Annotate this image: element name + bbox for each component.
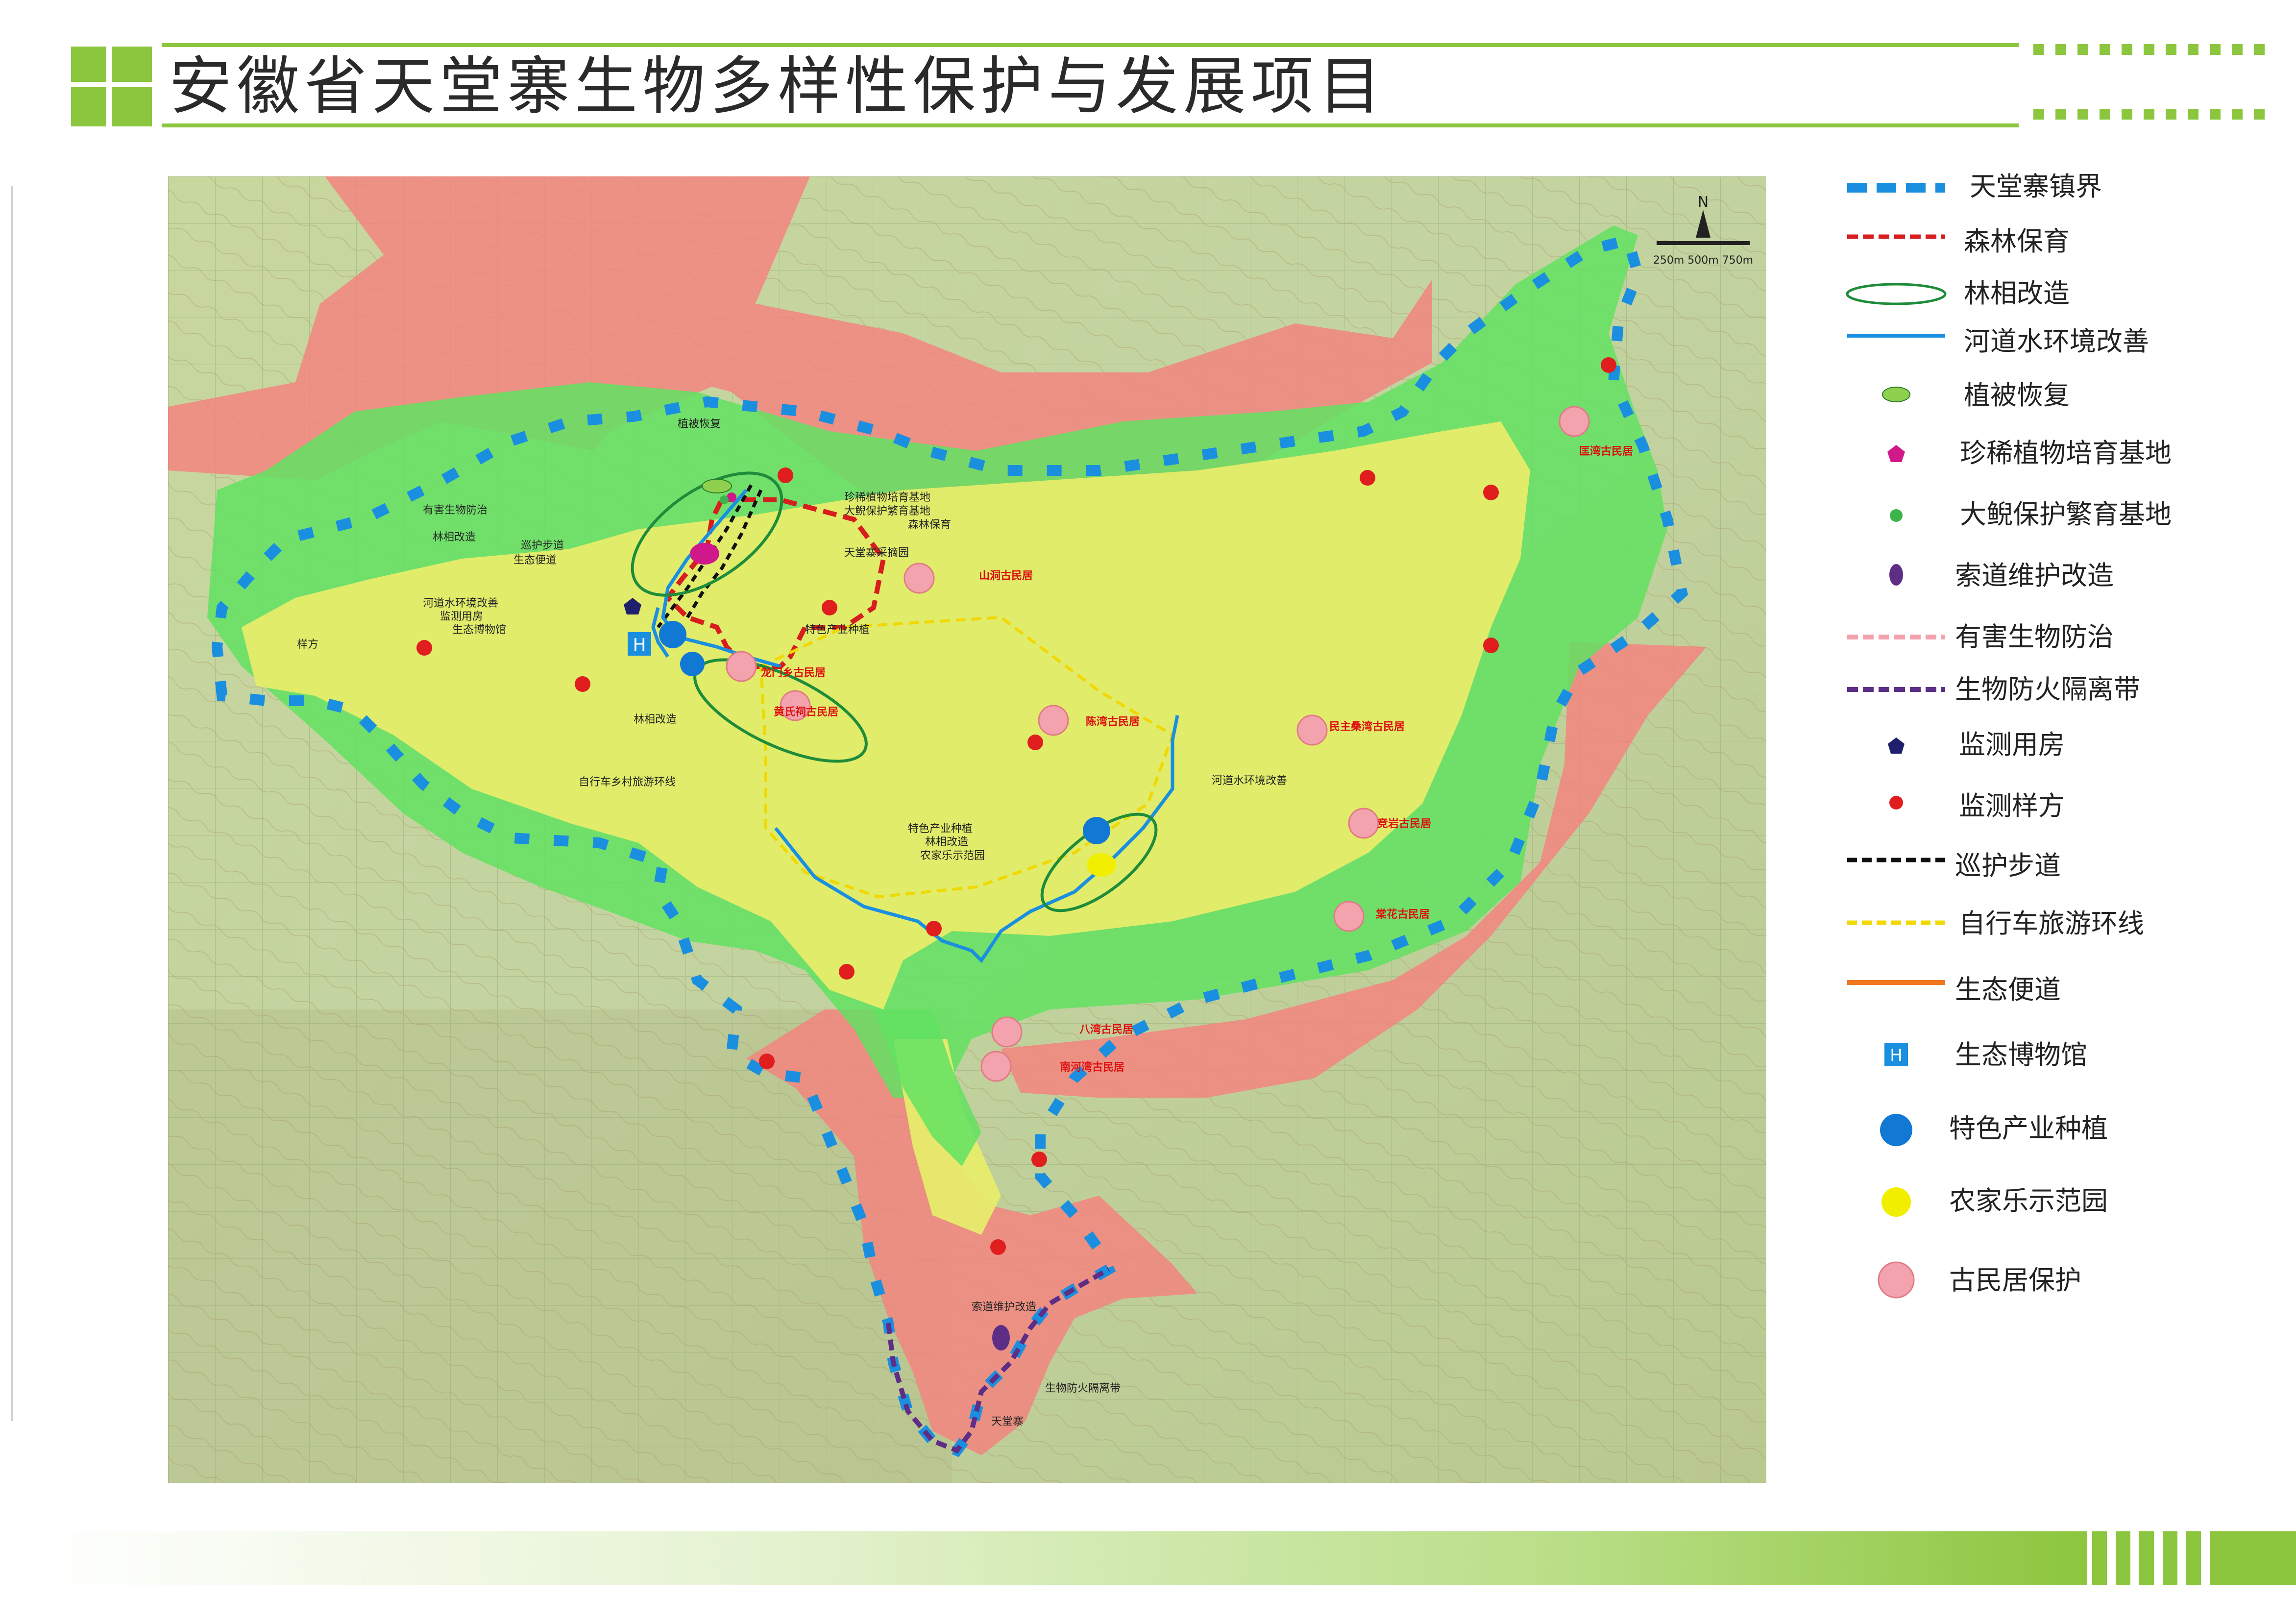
cableway-purple-oval xyxy=(1889,564,1903,586)
farmstay-yellow-circle xyxy=(1881,1187,1911,1217)
specialty-blue-circle xyxy=(1880,1114,1912,1146)
annotation: 大鲵保护繁育基地 xyxy=(844,505,930,517)
annotation: 天堂寨 xyxy=(991,1416,1024,1428)
annotation: 监测用房 xyxy=(440,611,483,623)
legend-label: 古民居保护 xyxy=(1949,1265,2081,1296)
annotation: 珍稀植物培育基地 xyxy=(844,491,930,504)
footer-bar xyxy=(29,1531,2087,1585)
legend-icons: H xyxy=(1846,183,1947,1299)
annotation: 天堂寨采摘园 xyxy=(844,547,909,559)
rare-plant-magenta-pentagon xyxy=(1887,445,1905,462)
museum-letter: H xyxy=(633,635,646,655)
legend-label: 植被恢复 xyxy=(1964,380,2070,411)
page-title: 安徽省天堂寨生物多样性保护与发展项目 xyxy=(169,50,1387,123)
annotation: 巡护步道 xyxy=(521,540,564,552)
legend-label: 有害生物防治 xyxy=(1955,621,2114,652)
annotation: 植被恢复 xyxy=(678,418,721,430)
annotation: 林相改造 xyxy=(634,713,677,726)
legend-label: 林相改造 xyxy=(1964,278,2070,309)
village-label: 八湾古民居 xyxy=(1079,1023,1133,1036)
farmstay-marker xyxy=(1087,853,1116,877)
legend-label: 巡护步道 xyxy=(1955,850,2061,881)
legend-label: 自行车旅游环线 xyxy=(1959,908,2144,939)
village-label: 棠花古民居 xyxy=(1375,908,1430,921)
annotation: 样方 xyxy=(297,639,318,651)
specialty-planting-marker xyxy=(659,621,686,648)
scale-bar-label: 250m 500m 750m xyxy=(1653,254,1753,267)
annotation: 河道水环境改善 xyxy=(1212,775,1287,787)
village-label: 民主桑湾古民居 xyxy=(1329,720,1405,733)
legend-label: 天堂寨镇界 xyxy=(1970,171,2102,202)
legend-label: 监测用房 xyxy=(1959,729,2065,760)
forest-reform-green-ellipse xyxy=(1846,283,1947,305)
village-label: 陈湾古民居 xyxy=(1086,715,1140,728)
annotation: 特色产业种植 xyxy=(805,624,870,636)
monitor-plot-red-dot xyxy=(1889,796,1903,810)
salamander-base-marker xyxy=(720,495,729,504)
annotation: 农家乐示范园 xyxy=(920,850,985,862)
monitor-house-navy-pentagon xyxy=(1888,737,1905,754)
annotation: 生态博物馆 xyxy=(452,624,506,636)
project-map: H N 250m 500m 750m 植被恢复 珍稀植物培育基地 大鲵保护繁育基… xyxy=(168,176,1766,1483)
legend-label: 生态便道 xyxy=(1955,974,2061,1005)
annotation: 自行车乡村旅游环线 xyxy=(579,776,676,788)
svg-text:N: N xyxy=(1698,194,1709,211)
village-label: 竞岩古民居 xyxy=(1377,817,1431,830)
legend-label: 农家乐示范园 xyxy=(1949,1185,2108,1216)
legend-label: 珍稀植物培育基地 xyxy=(1960,438,2172,468)
village-label: 匡湾古民居 xyxy=(1579,445,1633,458)
vegetation-green-ellipse xyxy=(1882,387,1910,402)
annotation: 森林保育 xyxy=(908,519,951,531)
annotation: 河道水环境改善 xyxy=(423,597,498,610)
legend-label: 河道水环境改善 xyxy=(1964,326,2149,357)
village-label: 龙门乡古民居 xyxy=(761,666,826,679)
annotation: 生物防火隔离带 xyxy=(1045,1382,1121,1395)
svg-text:H: H xyxy=(1890,1046,1903,1065)
legend-label: 生态博物馆 xyxy=(1955,1039,2087,1070)
legend-label: 监测样方 xyxy=(1959,790,2065,821)
village-label: 黄氏祠古民居 xyxy=(774,706,838,718)
annotation: 特色产业种植 xyxy=(908,823,973,835)
legend-label: 生物防火隔离带 xyxy=(1955,674,2140,705)
annotation: 林相改造 xyxy=(925,836,968,848)
left-margin-rule xyxy=(11,186,13,1421)
annotation: 林相改造 xyxy=(433,531,476,543)
annotation: 索道维护改造 xyxy=(972,1301,1036,1313)
salamander-green-dot xyxy=(1890,509,1903,522)
annotation: 生态便道 xyxy=(513,554,557,566)
village-label: 南河湾古民居 xyxy=(1060,1061,1124,1074)
village-label: 山洞古民居 xyxy=(979,569,1033,582)
legend-label: 索道维护改造 xyxy=(1955,560,2114,591)
annotation: 有害生物防治 xyxy=(423,504,488,516)
vegetation-restore-marker xyxy=(702,479,732,493)
cableway-marker xyxy=(992,1325,1010,1351)
legend-label: 特色产业种植 xyxy=(1949,1113,2108,1144)
old-house-pink-circle xyxy=(1878,1261,1915,1299)
legend-label: 大鲵保护繁育基地 xyxy=(1960,499,2172,530)
legend-label: 森林保育 xyxy=(1964,226,2070,257)
